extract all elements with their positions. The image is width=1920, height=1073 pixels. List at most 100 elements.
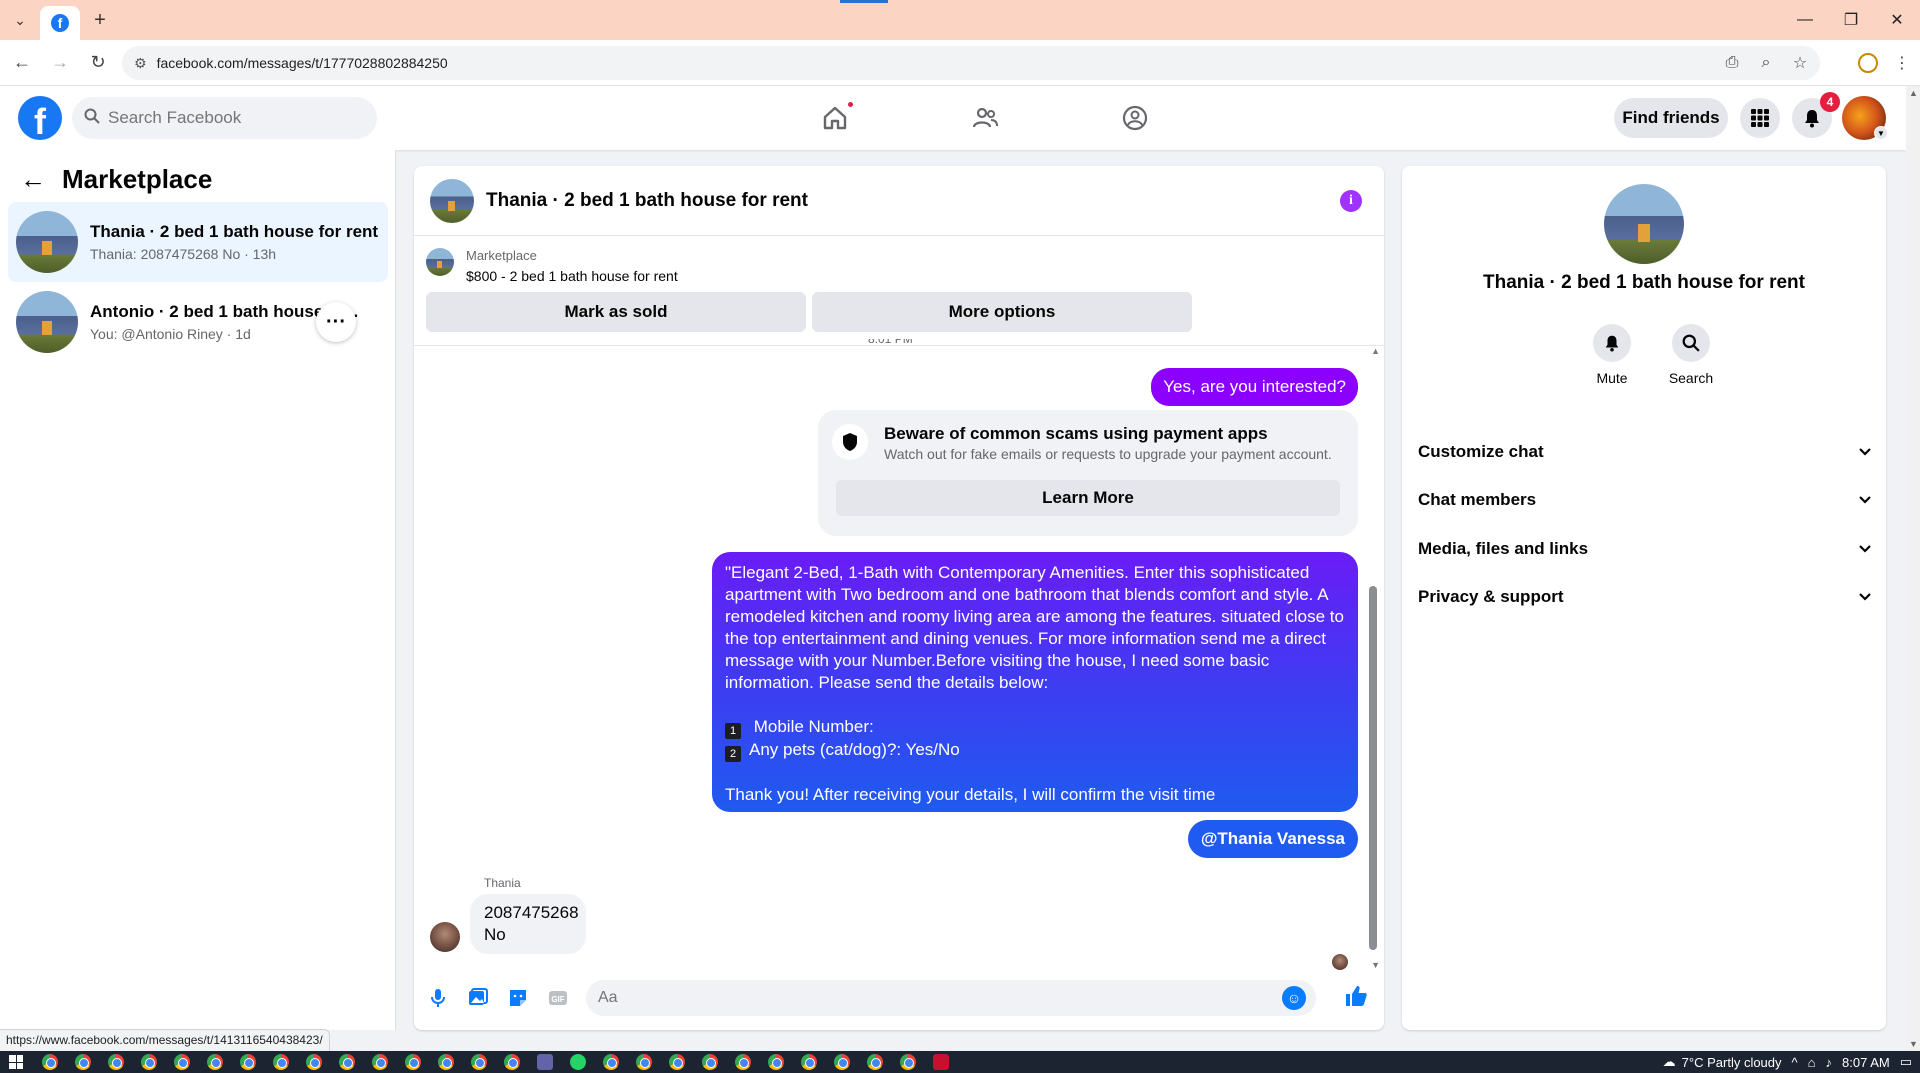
chrome-icon[interactable] [471,1054,487,1070]
scroll-up-arrow[interactable]: ▲ [1371,346,1380,356]
search-input[interactable] [108,108,348,128]
install-app-icon[interactable]: ⎙ [1722,54,1742,72]
close-window-icon[interactable]: ✕ [1874,0,1920,40]
chrome-icon[interactable] [603,1054,619,1070]
details-avatar[interactable] [1604,184,1684,264]
clock[interactable]: 8:07 AM [1842,1055,1890,1070]
listing-description[interactable]: $800 - 2 bed 1 bath house for rent [466,268,678,284]
menu-button[interactable] [1740,98,1780,138]
message-input[interactable] [598,989,1238,1007]
chrome-icon[interactable] [108,1054,124,1070]
bookmark-star-icon[interactable]: ☆ [1790,53,1810,73]
info-icon[interactable]: i [1340,190,1362,212]
chat-members-row[interactable]: Chat members [1418,480,1872,520]
chrome-icon[interactable] [834,1054,850,1070]
mute-action[interactable]: Mute [1582,324,1642,386]
media-files-links-row[interactable]: Media, files and links [1418,529,1872,569]
tray-chevron-icon[interactable]: ^ [1792,1055,1798,1070]
restore-icon[interactable]: ❐ [1828,0,1874,40]
nav-home[interactable] [760,86,910,150]
incoming-message: 2087475268 No [470,894,586,954]
chrome-icon[interactable] [174,1054,190,1070]
reload-icon[interactable]: ↻ [82,47,114,79]
nav-friends[interactable] [910,86,1060,150]
more-options-button[interactable]: More options [812,292,1192,332]
chat-avatar[interactable] [430,178,474,223]
mark-as-sold-button[interactable]: Mark as sold [426,292,806,332]
mcafee-icon[interactable] [933,1054,949,1070]
chrome-icon[interactable] [141,1054,157,1070]
chrome-icon[interactable] [636,1054,652,1070]
message-scrollbar[interactable] [1369,586,1377,950]
volume-icon[interactable]: ♪ [1826,1055,1833,1070]
chrome-icon[interactable] [900,1054,916,1070]
bell-icon[interactable] [1593,324,1631,362]
chat-title[interactable]: Thania · 2 bed 1 bath house for rent [486,190,808,212]
windows-start-icon[interactable] [0,1051,32,1073]
emoji-icon[interactable]: ☺ [1282,986,1306,1010]
customize-chat-row[interactable]: Customize chat [1418,432,1872,472]
more-options-icon[interactable]: ··· [316,302,356,342]
nav-groups[interactable] [1060,86,1210,150]
chrome-icon[interactable] [735,1054,751,1070]
learn-more-button[interactable]: Learn More [836,480,1340,516]
search-action[interactable]: Search [1661,324,1721,386]
gif-icon[interactable]: GIF [540,980,576,1016]
chrome-icon[interactable] [306,1054,322,1070]
network-icon[interactable]: ⌂ [1808,1055,1816,1070]
photo-icon[interactable] [460,980,496,1016]
back-icon[interactable]: ← [6,47,38,79]
teams-icon[interactable] [537,1054,553,1070]
chrome-icon[interactable] [438,1054,454,1070]
page-scroll-up-arrow[interactable]: ▲ [1909,88,1918,98]
new-tab-button[interactable]: + [80,0,120,40]
chrome-icon[interactable] [669,1054,685,1070]
scam-warning-card: Beware of common scams using payment app… [818,410,1358,536]
chrome-icon[interactable] [42,1054,58,1070]
thumbs-up-icon[interactable] [1344,984,1368,1015]
notifications-tray-icon[interactable]: ▭ [1900,1054,1912,1070]
chrome-icon[interactable] [372,1054,388,1070]
weather-widget[interactable]: ☁ 7°C Partly cloudy [1663,1054,1782,1070]
chrome-icon[interactable] [702,1054,718,1070]
address-bar[interactable]: ⚙ facebook.com/messages/t/17770288028842… [122,46,1820,80]
facebook-search[interactable] [72,97,377,139]
tab-search-dropdown[interactable]: ⌄ [0,0,40,40]
chrome-icon[interactable] [867,1054,883,1070]
chrome-icon[interactable] [339,1054,355,1070]
chrome-icon[interactable] [273,1054,289,1070]
minimize-icon[interactable]: — [1782,0,1828,40]
mention-message[interactable]: @Thania Vanessa [1187,820,1358,858]
chrome-icon[interactable] [504,1054,520,1070]
conversation-item[interactable]: Antonio · 2 bed 1 bath house fo... You: … [8,282,388,362]
chrome-icon[interactable] [240,1054,256,1070]
back-arrow-icon[interactable]: ← [20,164,46,195]
conversation-preview: Thania: 2087475268 No · 13h [90,246,277,262]
browser-menu-icon[interactable]: ⋮ [1894,53,1910,73]
search-icon[interactable] [1672,324,1710,362]
conversation-item[interactable]: Thania · 2 bed 1 bath house for rent Tha… [8,202,388,282]
chrome-icon[interactable] [801,1054,817,1070]
account-chevron-icon[interactable]: ▼ [1874,126,1888,140]
notifications-button[interactable]: 4 [1792,92,1840,138]
sender-avatar[interactable] [430,922,460,952]
page-scrollbar[interactable]: ▲ ▼ [1906,86,1920,1051]
listing-thumbnail[interactable] [426,248,454,276]
facebook-logo-icon[interactable]: f [18,96,62,140]
browser-profile-icon[interactable] [1858,53,1878,73]
site-settings-icon[interactable]: ⚙ [134,55,147,72]
chrome-icon[interactable] [75,1054,91,1070]
forward-icon[interactable]: → [44,47,76,79]
browser-tab-facebook[interactable]: f [40,6,80,40]
microphone-icon[interactable] [420,980,456,1016]
sticker-icon[interactable] [500,980,536,1016]
page-scroll-down-arrow[interactable]: ▼ [1909,1039,1918,1049]
zoom-icon[interactable]: ⌕ [1756,54,1776,72]
find-friends-button[interactable]: Find friends [1614,98,1728,138]
message-input-box[interactable]: ☺ [586,980,1316,1016]
whatsapp-icon[interactable] [570,1054,586,1070]
chrome-icon[interactable] [207,1054,223,1070]
privacy-support-row[interactable]: Privacy & support [1418,577,1872,617]
chrome-icon[interactable] [768,1054,784,1070]
chrome-icon[interactable] [405,1054,421,1070]
